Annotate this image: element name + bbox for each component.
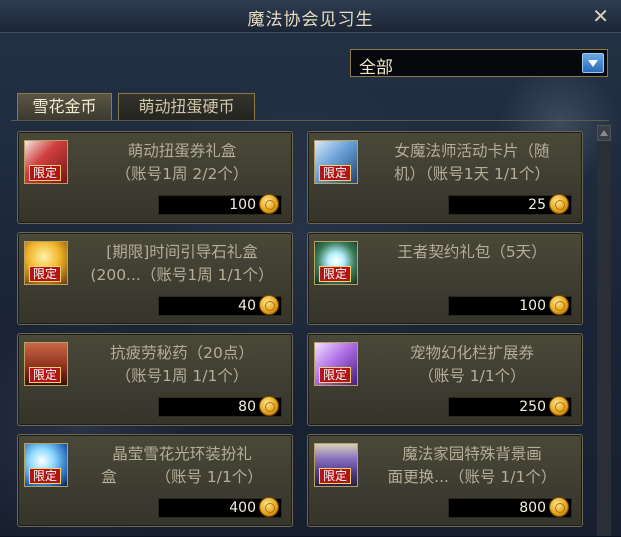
item-name: 魔法家园特殊背景画 面更换...（账号 1/1个） — [387, 445, 557, 486]
window: 魔法协会见习生 ✕ 全部 雪花金币 萌动扭蛋硬币 限定 萌动扭蛋券礼盒 （账号1周… — [0, 0, 621, 536]
price-box: 40 — [158, 295, 282, 316]
dropdown-selected-value: 全部 — [359, 58, 393, 78]
title-bar[interactable]: 魔法协会见习生 ✕ — [0, 0, 621, 33]
item-price: 100 — [519, 298, 546, 314]
background-picture-icon: 限定 — [314, 443, 358, 487]
blue-card-icon: 限定 — [314, 140, 358, 184]
item-name: 女魔法师活动卡片（随 机）（账号1天 1/1个） — [394, 142, 550, 183]
item-name: [期限]时间引导石礼盒 (200...（账号1周 1/1个） — [90, 243, 274, 284]
tab-gacha-coin[interactable]: 萌动扭蛋硬币 — [118, 93, 255, 120]
limited-badge: 限定 — [29, 367, 62, 383]
list-item[interactable]: 限定 萌动扭蛋券礼盒 （账号1周 2/2个） 100 — [17, 131, 293, 224]
item-name: 晶莹雪花光环装扮礼盒 （账号 1/1个） — [101, 445, 263, 486]
contract-crystal-icon: 限定 — [314, 241, 358, 285]
item-name: 抗疲劳秘药（20点） （账号1周 1/1个） — [110, 344, 254, 385]
list-item[interactable]: 限定 宠物幻化栏扩展券 （账号 1/1个） 250 — [307, 333, 583, 426]
price-box: 400 — [158, 497, 282, 518]
category-dropdown[interactable]: 全部 — [350, 49, 608, 78]
item-name: 宠物幻化栏扩展券 （账号 1/1个） — [409, 344, 534, 385]
limited-badge: 限定 — [319, 266, 352, 282]
item-price: 100 — [229, 197, 256, 213]
item-price: 400 — [229, 500, 256, 516]
gold-coin-icon — [259, 295, 279, 315]
price-box: 250 — [448, 396, 572, 417]
item-name: 萌动扭蛋券礼盒 （账号1周 2/2个） — [115, 142, 249, 183]
item-price: 40 — [238, 298, 256, 314]
gold-coin-icon — [259, 497, 279, 517]
gold-coin-icon — [549, 295, 569, 315]
gold-coin-icon — [259, 194, 279, 214]
snowflake-aura-icon: 限定 — [24, 443, 68, 487]
close-icon[interactable]: ✕ — [592, 4, 609, 28]
tab-snowflake-coin[interactable]: 雪花金币 — [17, 93, 112, 120]
item-price: 250 — [519, 399, 546, 415]
list-item[interactable]: 限定 魔法家园特殊背景画 面更换...（账号 1/1个） 800 — [307, 434, 583, 527]
limited-badge: 限定 — [29, 468, 62, 484]
scrollbar[interactable] — [597, 125, 611, 536]
price-box: 80 — [158, 396, 282, 417]
list-item[interactable]: 限定 [期限]时间引导石礼盒 (200...（账号1周 1/1个） 40 — [17, 232, 293, 325]
price-box: 800 — [448, 497, 572, 518]
limited-badge: 限定 — [29, 266, 62, 282]
gold-coin-icon — [549, 396, 569, 416]
potion-bottle-icon: 限定 — [24, 342, 68, 386]
list-item[interactable]: 限定 晶莹雪花光环装扮礼盒 （账号 1/1个） 400 — [17, 434, 293, 527]
item-price: 800 — [519, 500, 546, 516]
list-item[interactable]: 限定 女魔法师活动卡片（随 机）（账号1天 1/1个） 25 — [307, 131, 583, 224]
limited-badge: 限定 — [319, 367, 352, 383]
list-item[interactable]: 限定 抗疲劳秘药（20点） （账号1周 1/1个） 80 — [17, 333, 293, 426]
list-item[interactable]: 限定 王者契约礼包（5天） 100 — [307, 232, 583, 325]
gold-stone-box-icon: 限定 — [24, 241, 68, 285]
limited-badge: 限定 — [29, 165, 62, 181]
pet-ticket-icon: 限定 — [314, 342, 358, 386]
item-price: 80 — [238, 399, 256, 415]
chevron-down-icon[interactable] — [582, 53, 604, 73]
gold-coin-icon — [259, 396, 279, 416]
price-box: 100 — [158, 194, 282, 215]
limited-badge: 限定 — [319, 165, 352, 181]
item-name: 王者契约礼包（5天） — [397, 243, 547, 261]
gold-coin-icon — [549, 194, 569, 214]
window-title: 魔法协会见习生 — [247, 10, 374, 30]
red-gift-box-icon: 限定 — [24, 140, 68, 184]
item-price: 25 — [528, 197, 546, 213]
scroll-up-arrow-icon[interactable] — [597, 125, 611, 141]
gold-coin-icon — [549, 497, 569, 517]
limited-badge: 限定 — [319, 468, 352, 484]
price-box: 100 — [448, 295, 572, 316]
price-box: 25 — [448, 194, 572, 215]
